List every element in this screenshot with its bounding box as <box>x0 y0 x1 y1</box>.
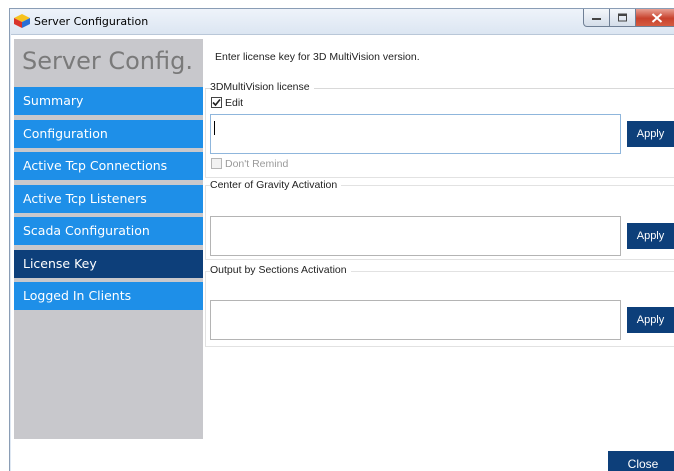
edit-checkbox[interactable] <box>211 97 222 108</box>
license-group-title: 3DMultiVision license <box>210 81 314 93</box>
output-apply-button[interactable]: Apply <box>627 307 674 333</box>
cog-apply-button[interactable]: Apply <box>627 223 674 249</box>
sidebar-item-active-tcp-connections[interactable]: Active Tcp Connections <box>14 152 203 180</box>
close-icon <box>651 12 663 23</box>
sidebar-item-summary[interactable]: Summary <box>14 87 203 115</box>
maximize-icon <box>617 13 627 21</box>
minimize-button[interactable] <box>583 9 610 27</box>
close-button[interactable]: Close <box>608 451 674 471</box>
dont-remind-checkbox[interactable] <box>211 158 222 169</box>
sidebar-item-configuration[interactable]: Configuration <box>14 120 203 148</box>
cog-activation-input[interactable] <box>210 216 621 256</box>
output-activation-input[interactable] <box>210 300 621 340</box>
title-bar[interactable]: Server Configuration <box>10 9 674 34</box>
sidebar-item-active-tcp-listeners[interactable]: Active Tcp Listeners <box>14 185 203 213</box>
window-title: Server Configuration <box>34 15 149 28</box>
edit-checkbox-label: Edit <box>225 97 244 109</box>
sidebar-title: Server Config. <box>22 47 193 75</box>
sidebar: Server Config. Summary Configuration Act… <box>14 39 203 439</box>
checkmark-icon <box>212 98 221 107</box>
server-configuration-window: Server Configuration Server Config. Summ… <box>9 8 674 471</box>
app-cube-icon <box>14 14 30 28</box>
maximize-button[interactable] <box>609 9 636 27</box>
license-key-input[interactable] <box>210 114 621 154</box>
cog-group-title: Center of Gravity Activation <box>210 179 342 191</box>
sidebar-item-logged-in-clients[interactable]: Logged In Clients <box>14 282 203 310</box>
sidebar-item-license-key[interactable]: License Key <box>14 250 203 278</box>
output-group-title: Output by Sections Activation <box>210 264 351 276</box>
intro-text: Enter license key for 3D MultiVision ver… <box>215 51 420 63</box>
sidebar-item-scada-configuration[interactable]: Scada Configuration <box>14 217 203 245</box>
minimize-icon <box>591 17 601 20</box>
main-panel: Enter license key for 3D MultiVision ver… <box>204 35 674 471</box>
license-apply-button[interactable]: Apply <box>627 121 674 147</box>
close-window-button[interactable] <box>635 9 674 27</box>
window-client-area: Server Config. Summary Configuration Act… <box>11 34 674 471</box>
dont-remind-label: Don't Remind <box>225 158 289 170</box>
text-caret <box>214 121 215 135</box>
